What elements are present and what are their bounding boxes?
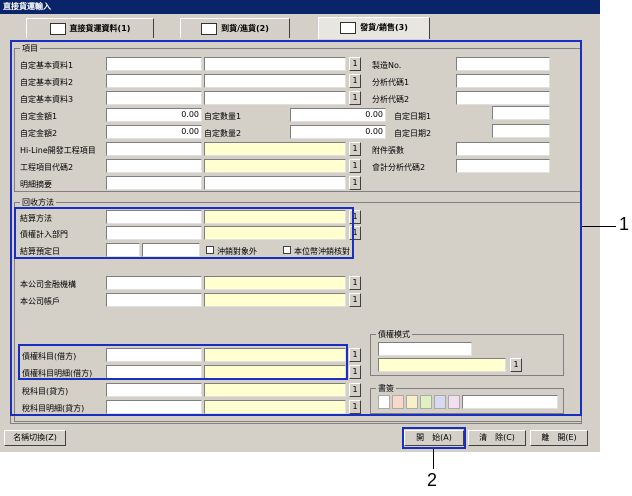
callout-1-leader <box>582 226 616 227</box>
tab-label: 到貨/進貨(2) <box>221 24 269 33</box>
callout-2-box <box>402 427 466 449</box>
tab-receiving[interactable]: 到貨/進貨(2) <box>180 18 290 38</box>
close-button[interactable]: 離 開(E) <box>530 430 588 446</box>
tab-label: 發貨/銷售(3) <box>360 23 408 32</box>
tab-label: 直接貨運資料(1) <box>69 24 131 33</box>
book-icon <box>49 22 66 35</box>
callout-2-leader <box>433 449 434 469</box>
window-title: 直接貨運輸入 <box>0 0 600 14</box>
claim-subject-highlight-box <box>18 344 348 380</box>
callout-2-number: 2 <box>427 470 438 490</box>
callout-1-number: 1 <box>619 214 630 234</box>
clear-button[interactable]: 清 除(C) <box>468 430 526 446</box>
collection-highlight-box <box>14 207 354 259</box>
tab-shipping-sales[interactable]: 發貨/銷售(3) <box>318 17 430 39</box>
document-icon <box>201 22 218 35</box>
name-switch-button[interactable]: 名稱切換(Z) <box>4 430 66 446</box>
document-icon <box>340 21 357 34</box>
tab-direct-shipment[interactable]: 直接貨運資料(1) <box>26 18 154 38</box>
